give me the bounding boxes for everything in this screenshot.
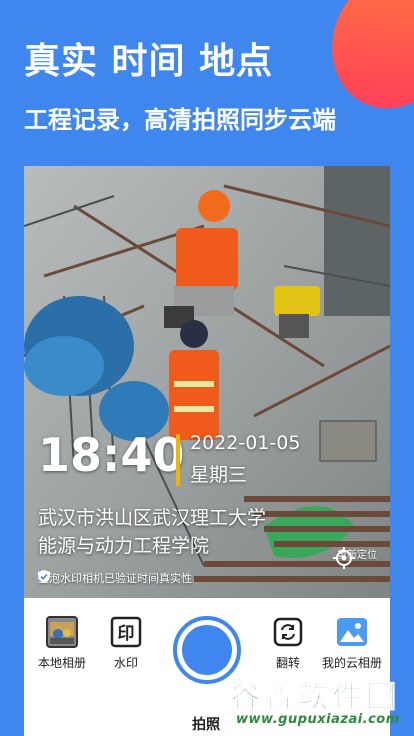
- svg-text:印: 印: [118, 624, 135, 644]
- flip-label: 翻转: [275, 656, 300, 670]
- site-logo-text: 谷普软件园: [230, 680, 400, 716]
- relocate-button[interactable]: 重新定位: [332, 546, 382, 569]
- camera-preview[interactable]: 18:40 2022-01-05 星期三 武汉市洪山区武汉理工大学 能源与动力工…: [24, 166, 390, 598]
- promo-subline: 工程记录，高清拍照同步云端: [24, 106, 336, 134]
- locate-crosshair-icon: [333, 547, 355, 569]
- album-thumbnail-icon: [46, 616, 78, 648]
- stamp-icon: 印: [110, 616, 142, 648]
- capture-mode-label[interactable]: 拍照: [192, 714, 220, 734]
- watermark-button[interactable]: 印 水印: [94, 616, 158, 671]
- local-album-label: 本地相册: [37, 656, 86, 670]
- cloud-photo-icon: [336, 616, 368, 648]
- watermark-address-line2: 能源与动力工程学院: [38, 535, 210, 557]
- site-watermark-logo: 谷普软件园 www.gupuxiazai.com: [222, 672, 414, 736]
- shutter-inner: [182, 625, 232, 675]
- local-album-button[interactable]: 本地相册: [30, 616, 94, 671]
- verification-notice: 鱼泡水印相机已验证时间真实性: [38, 570, 192, 586]
- watermark-address-line1: 武汉市洪山区武汉理工大学: [38, 507, 267, 529]
- watermark-weekday: 星期三: [190, 464, 248, 486]
- watermark-label: 水印: [113, 656, 138, 670]
- cloud-album-button[interactable]: 我的云相册: [320, 616, 384, 671]
- flip-camera-button[interactable]: 翻转: [256, 616, 320, 671]
- watermark-accent-bar: [176, 434, 180, 486]
- cloud-album-label: 我的云相册: [321, 656, 382, 670]
- watermark-time: 18:40: [38, 428, 185, 482]
- shield-check-icon: [38, 570, 50, 583]
- verification-text: 鱼泡水印相机已验证时间真实性: [38, 572, 192, 585]
- camera-flip-icon: [272, 616, 304, 648]
- site-url: www.gupuxiazai.com: [236, 712, 400, 727]
- watermark-date: 2022-01-05: [190, 432, 301, 454]
- promo-headline: 真实 时间 地点: [24, 41, 274, 82]
- watermark-address: 武汉市洪山区武汉理工大学 能源与动力工程学院: [38, 504, 338, 560]
